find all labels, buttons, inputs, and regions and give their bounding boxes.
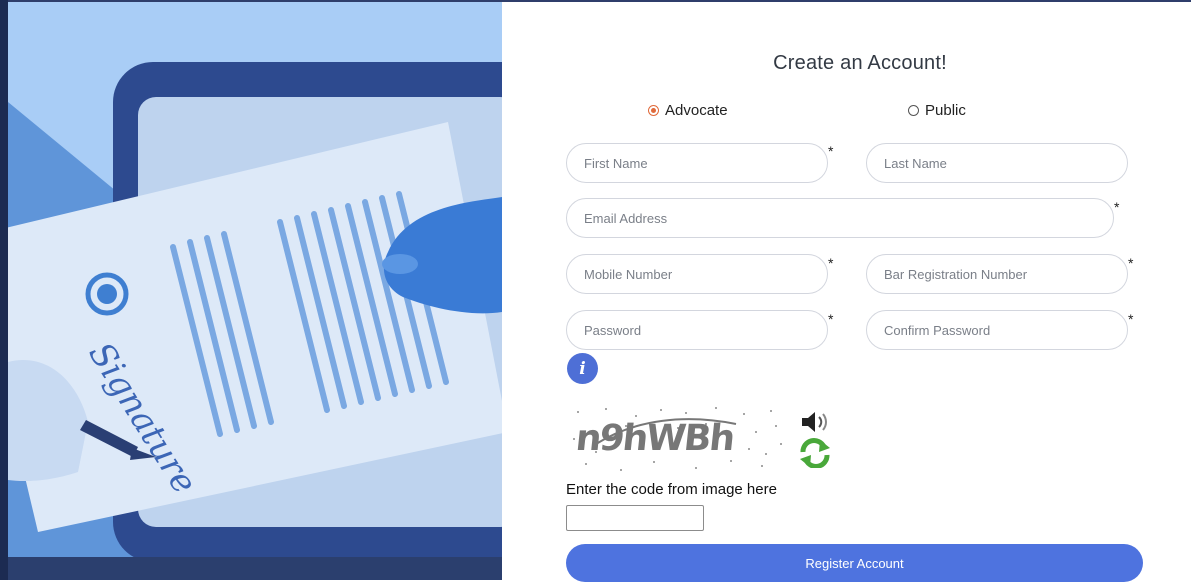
confirm-password-required-marker: * bbox=[1128, 311, 1134, 327]
captcha-code-text: n9hWBh bbox=[573, 418, 736, 459]
radio-advocate[interactable]: Advocate bbox=[648, 102, 728, 119]
first-name-required-marker: * bbox=[828, 143, 834, 159]
window-left-edge bbox=[0, 0, 8, 580]
captcha-label: Enter the code from image here bbox=[566, 481, 777, 498]
email-input[interactable] bbox=[566, 198, 1114, 238]
mobile-required-marker: * bbox=[828, 255, 834, 271]
mobile-number-input[interactable] bbox=[566, 254, 828, 294]
info-icon[interactable]: i bbox=[567, 353, 598, 384]
radio-public[interactable]: Public bbox=[908, 102, 966, 119]
bar-registration-input[interactable] bbox=[866, 254, 1128, 294]
speaker-icon[interactable] bbox=[800, 409, 832, 435]
register-account-button[interactable]: Register Account bbox=[566, 544, 1143, 582]
radio-advocate-label: Advocate bbox=[665, 102, 728, 119]
radio-advocate-dot[interactable] bbox=[648, 105, 659, 116]
radio-public-dot[interactable] bbox=[908, 105, 919, 116]
first-name-input[interactable] bbox=[566, 143, 828, 183]
page-title: Create an Account! bbox=[773, 52, 947, 74]
password-required-marker: * bbox=[828, 311, 834, 327]
last-name-input[interactable] bbox=[866, 143, 1128, 183]
signature-illustration: Signature bbox=[8, 2, 502, 580]
email-required-marker: * bbox=[1114, 199, 1120, 215]
signature-illustration-art: Signature bbox=[8, 2, 502, 580]
refresh-icon[interactable] bbox=[798, 438, 832, 468]
bar-registration-required-marker: * bbox=[1128, 255, 1134, 271]
confirm-password-input[interactable] bbox=[866, 310, 1128, 350]
password-input[interactable] bbox=[566, 310, 828, 350]
captcha-image: n9hWBh bbox=[566, 404, 791, 476]
captcha-code-input[interactable] bbox=[566, 505, 704, 531]
radio-public-label: Public bbox=[925, 102, 966, 119]
